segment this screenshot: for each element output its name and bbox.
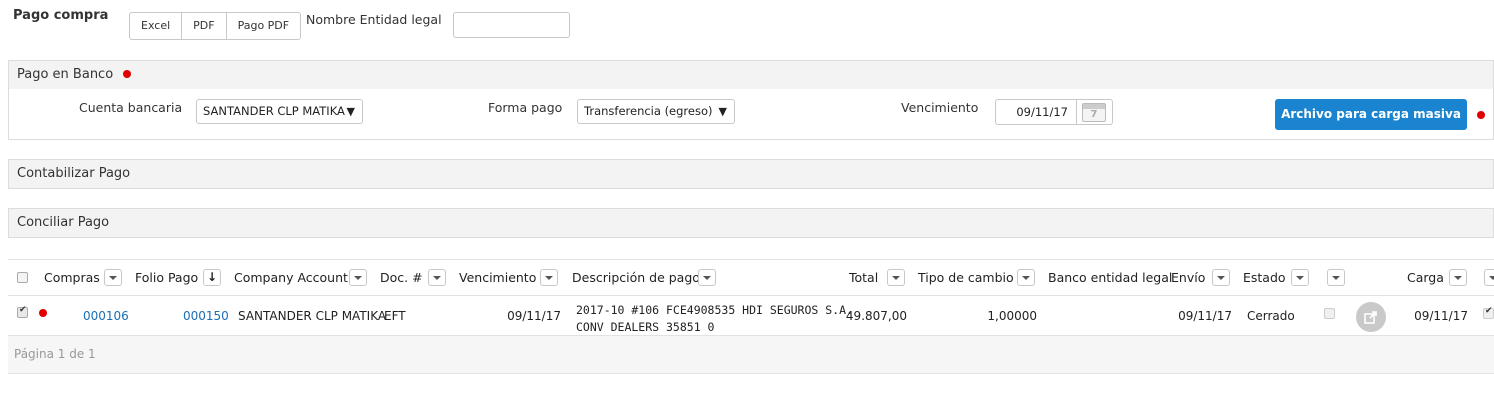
row-loaded-checkbox[interactable] (1483, 306, 1494, 319)
column-menu-icon[interactable] (428, 269, 446, 286)
column-menu-icon[interactable] (1484, 269, 1494, 286)
column-menu-icon[interactable] (887, 269, 905, 286)
due-date-cell: 09/11/17 (507, 309, 561, 323)
payment-folio-link[interactable]: 000150 (183, 309, 229, 323)
column-header-sent[interactable]: Envío (1171, 270, 1205, 285)
bulk-upload-file-button[interactable]: Archivo para carga masiva (1275, 99, 1467, 130)
calendar-icon[interactable]: 7 (1082, 103, 1106, 122)
excel-button[interactable]: Excel (130, 13, 183, 39)
pending-indicator-icon (123, 70, 132, 78)
bank-account-select[interactable]: SANTANDER CLP MATIKA ▼ (196, 99, 363, 124)
due-date-field[interactable]: 09/11/17 7 (995, 99, 1113, 125)
column-header-description[interactable]: Descripción de pago (572, 270, 700, 285)
column-menu-icon[interactable] (698, 269, 716, 286)
company-account-cell: SANTANDER CLP MATIKA (238, 309, 387, 323)
column-menu-icon[interactable] (1327, 269, 1345, 286)
column-header-total[interactable]: Total (849, 270, 878, 285)
grid-header: Compras Folio Pago ↓ Company Account Doc… (8, 259, 1494, 296)
legal-entity-input[interactable] (453, 12, 570, 38)
column-menu-icon[interactable] (540, 269, 558, 286)
pending-indicator-icon (1477, 111, 1485, 119)
due-date-label: Vencimiento (901, 100, 979, 115)
bank-payment-panel-header[interactable]: Pago en Banco (8, 60, 1494, 90)
pdf-button[interactable]: PDF (182, 13, 227, 39)
pending-indicator-icon (39, 309, 47, 317)
column-menu-icon[interactable] (1449, 269, 1467, 286)
share-icon[interactable] (1356, 302, 1386, 332)
doc-cell: EFT (384, 309, 406, 323)
export-button-group: Excel PDF Pago PDF (129, 12, 302, 40)
column-menu-icon[interactable] (1291, 269, 1309, 286)
bank-account-label: Cuenta bancaria (79, 100, 183, 115)
table-row[interactable]: 000106 000150 SANTANDER CLP MATIKA EFT 0… (8, 297, 1494, 336)
pagination-text: Página 1 de 1 (14, 347, 96, 361)
column-menu-icon[interactable] (1017, 269, 1035, 286)
column-header-status[interactable]: Estado (1243, 270, 1286, 285)
bank-payment-panel-title: Pago en Banco (17, 67, 114, 82)
payment-method-label: Forma pago (488, 100, 563, 115)
reconcile-panel-header[interactable]: Conciliar Pago (8, 208, 1494, 238)
load-date-cell: 09/11/17 (1414, 309, 1468, 323)
grid-footer: Página 1 de 1 (8, 336, 1494, 374)
total-cell: 49.807,00 (845, 309, 907, 323)
column-menu-icon[interactable] (1212, 269, 1230, 286)
due-date-value: 09/11/17 (996, 100, 1077, 124)
column-header-company-account[interactable]: Company Account (234, 270, 348, 285)
row-option-checkbox[interactable] (1324, 308, 1335, 319)
row-checkbox[interactable] (17, 305, 28, 318)
exchange-rate-cell: 1,00000 (987, 309, 1037, 323)
column-menu-icon[interactable] (104, 269, 122, 286)
status-cell: Cerrado (1247, 309, 1295, 323)
column-header-bank[interactable]: Banco entidad legal (1048, 270, 1172, 285)
column-header-load[interactable]: Carga (1407, 270, 1444, 285)
column-header-due-date[interactable]: Vencimiento (459, 270, 536, 285)
page-title: Pago compra (13, 8, 109, 23)
legal-entity-label: Nombre Entidad legal (306, 12, 442, 27)
sort-descending-icon[interactable]: ↓ (203, 269, 221, 286)
column-menu-icon[interactable] (349, 269, 367, 286)
purchase-link[interactable]: 000106 (83, 309, 129, 323)
payment-method-value: Transferencia (egreso) (584, 104, 713, 118)
dropdown-caret-icon: ▼ (718, 105, 727, 118)
description-line-1: 2017-10 #106 FCE4908535 HDI SEGUROS S.A. (576, 303, 853, 317)
accounting-panel-header[interactable]: Contabilizar Pago (8, 159, 1494, 189)
column-header-compras[interactable]: Compras (44, 270, 100, 285)
payment-method-select[interactable]: Transferencia (egreso) ▼ (577, 99, 735, 124)
column-header-exchange-rate[interactable]: Tipo de cambio (918, 270, 1014, 285)
column-header-doc[interactable]: Doc. # (380, 270, 423, 285)
column-header-folio[interactable]: Folio Pago (135, 270, 198, 285)
description-line-2: CONV DEALERS 35851 0 (576, 320, 715, 334)
payment-pdf-button[interactable]: Pago PDF (227, 13, 301, 39)
bank-account-value: SANTANDER CLP MATIKA (203, 104, 345, 118)
dropdown-caret-icon: ▼ (346, 105, 355, 118)
select-all-checkbox[interactable] (17, 272, 28, 283)
description-cell: 2017-10 #106 FCE4908535 HDI SEGUROS S.A.… (576, 302, 853, 336)
sent-date-cell: 09/11/17 (1178, 309, 1232, 323)
